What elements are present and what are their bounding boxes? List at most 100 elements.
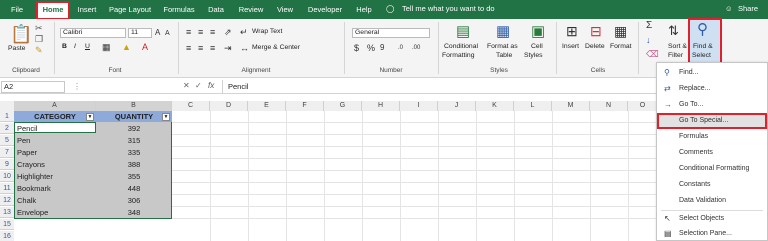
row-header-11[interactable]: 11	[0, 183, 14, 194]
tell-me-search[interactable]: Tell me what you want to do	[402, 2, 495, 16]
increase-decimal-icon[interactable]: .0	[398, 43, 403, 53]
menu-item-go-to[interactable]: → Go To...	[657, 97, 767, 113]
borders-icon[interactable]: ▦	[102, 42, 111, 52]
menu-item-find[interactable]: ⚲ Find...	[657, 65, 767, 81]
delete-cells-button[interactable]: Delete	[585, 43, 605, 50]
font-name-combo[interactable]: Calibri	[60, 28, 126, 38]
fill-icon[interactable]: ↓	[646, 35, 651, 45]
row-header-5[interactable]: 5	[0, 135, 14, 146]
column-header-f[interactable]: F	[286, 101, 324, 111]
delete-cells-icon[interactable]: ⊟	[590, 24, 602, 38]
copy-icon[interactable]: ❐	[35, 34, 43, 44]
increase-font-icon[interactable]: A	[155, 28, 160, 38]
align-left-icon[interactable]: ≡	[186, 43, 191, 53]
number-format-combo[interactable]: General	[352, 28, 430, 38]
find-select-button[interactable]: ⚲ Find & Select	[688, 18, 722, 64]
merge-center-icon[interactable]: ↔	[240, 43, 249, 53]
column-header-h[interactable]: H	[362, 101, 400, 111]
currency-icon[interactable]: $	[354, 43, 359, 53]
font-size-combo[interactable]: 11	[128, 28, 152, 38]
sort-filter-button[interactable]: Sort &	[668, 43, 687, 50]
cell-a11[interactable]: Bookmark	[17, 183, 51, 194]
comma-style-icon[interactable]: 9	[380, 43, 384, 53]
column-header-a[interactable]: A	[14, 101, 96, 111]
merge-center-button[interactable]: Merge & Center	[252, 44, 300, 51]
cell-b2[interactable]: 392	[96, 123, 172, 134]
column-header-b[interactable]: B	[96, 101, 172, 111]
cell-b11[interactable]: 448	[96, 183, 172, 194]
format-cells-button[interactable]: Format	[610, 43, 632, 50]
menu-item-formulas[interactable]: Formulas	[657, 129, 767, 145]
cell-b7[interactable]: 335	[96, 147, 172, 158]
column-header-e[interactable]: E	[248, 101, 286, 111]
tab-data[interactable]: Data	[205, 3, 227, 17]
cut-icon[interactable]: ✂	[35, 23, 43, 33]
column-header-k[interactable]: K	[476, 101, 514, 111]
formula-input[interactable]: Pencil	[228, 82, 248, 91]
fill-color-icon[interactable]: ▲	[122, 42, 131, 52]
decrease-font-icon[interactable]: A	[165, 29, 170, 39]
menu-item-comments[interactable]: Comments	[657, 145, 767, 161]
format-cells-icon[interactable]: ▦	[614, 24, 627, 38]
row-header-15[interactable]: 15	[0, 219, 14, 230]
header-category[interactable]: CATEGORY	[14, 111, 96, 122]
cell-a13[interactable]: Envelope	[17, 207, 48, 218]
autosum-icon[interactable]: Σ	[646, 21, 652, 31]
menu-item-replace[interactable]: ⇄ Replace...	[657, 81, 767, 97]
italic-button[interactable]: I	[74, 43, 76, 50]
column-header-d[interactable]: D	[210, 101, 248, 111]
menu-item-select-objects[interactable]: ↖ Select Objects	[657, 211, 767, 227]
bold-button[interactable]: B	[62, 43, 67, 50]
underline-button[interactable]: U	[85, 43, 90, 50]
column-header-i[interactable]: I	[400, 101, 438, 111]
format-painter-icon[interactable]: ✎	[35, 45, 43, 55]
row-header-13[interactable]: 13	[0, 207, 14, 218]
cell-b5[interactable]: 315	[96, 135, 172, 146]
cell-a5[interactable]: Pen	[17, 135, 30, 146]
cell-b12[interactable]: 306	[96, 195, 172, 206]
tab-home[interactable]: Home	[36, 1, 70, 20]
cell-a10[interactable]: Highlighter	[17, 171, 53, 182]
row-header-16[interactable]: 16	[0, 231, 14, 241]
cell-a9[interactable]: Crayons	[17, 159, 45, 170]
decrease-decimal-icon[interactable]: .00	[412, 43, 420, 53]
column-header-c[interactable]: C	[172, 101, 210, 111]
paste-icon[interactable]: 📋	[10, 25, 32, 43]
column-header-g[interactable]: G	[324, 101, 362, 111]
menu-item-selection-pane[interactable]: ▤ Selection Pane...	[657, 226, 767, 241]
align-bottom-icon[interactable]: ≡	[210, 27, 215, 37]
insert-cells-button[interactable]: Insert	[562, 43, 579, 50]
name-box[interactable]: A2	[1, 81, 65, 93]
tab-insert[interactable]: Insert	[75, 3, 99, 17]
tab-page-layout[interactable]: Page Layout	[107, 3, 153, 17]
select-all-corner[interactable]	[0, 101, 14, 111]
cell-styles-icon[interactable]: ▣	[531, 24, 545, 39]
orientation-icon[interactable]: ⇗	[224, 27, 232, 37]
sort-filter-icon[interactable]: ⇅	[668, 24, 679, 37]
cell-b10[interactable]: 355	[96, 171, 172, 182]
paste-button[interactable]: Paste	[8, 45, 25, 52]
row-header-2[interactable]: 2	[0, 123, 14, 134]
tab-help[interactable]: Help	[354, 3, 374, 17]
column-header-m[interactable]: M	[552, 101, 590, 111]
insert-function-button[interactable]: fx	[208, 81, 214, 90]
conditional-formatting-icon[interactable]: ▤	[456, 24, 470, 39]
row-header-7[interactable]: 7	[0, 147, 14, 158]
row-header-12[interactable]: 12	[0, 195, 14, 206]
insert-cells-icon[interactable]: ⊞	[566, 24, 578, 38]
clear-icon[interactable]: ⌫	[646, 49, 659, 59]
format-as-table-button[interactable]: Format as	[487, 43, 518, 50]
cell-b9[interactable]: 388	[96, 159, 172, 170]
cell-a12[interactable]: Chalk	[17, 195, 36, 206]
align-right-icon[interactable]: ≡	[210, 43, 215, 53]
align-middle-icon[interactable]: ≡	[198, 27, 203, 37]
cell-a7[interactable]: Paper	[17, 147, 37, 158]
tab-formulas[interactable]: Formulas	[161, 3, 197, 17]
tab-file[interactable]: File	[6, 3, 28, 17]
conditional-formatting-button[interactable]: Conditional	[444, 43, 478, 50]
align-top-icon[interactable]: ≡	[186, 27, 191, 37]
cell-b13[interactable]: 348	[96, 207, 172, 218]
cancel-icon[interactable]: ✕	[183, 81, 190, 90]
align-center-icon[interactable]: ≡	[198, 43, 203, 53]
enter-icon[interactable]: ✓	[195, 81, 202, 90]
